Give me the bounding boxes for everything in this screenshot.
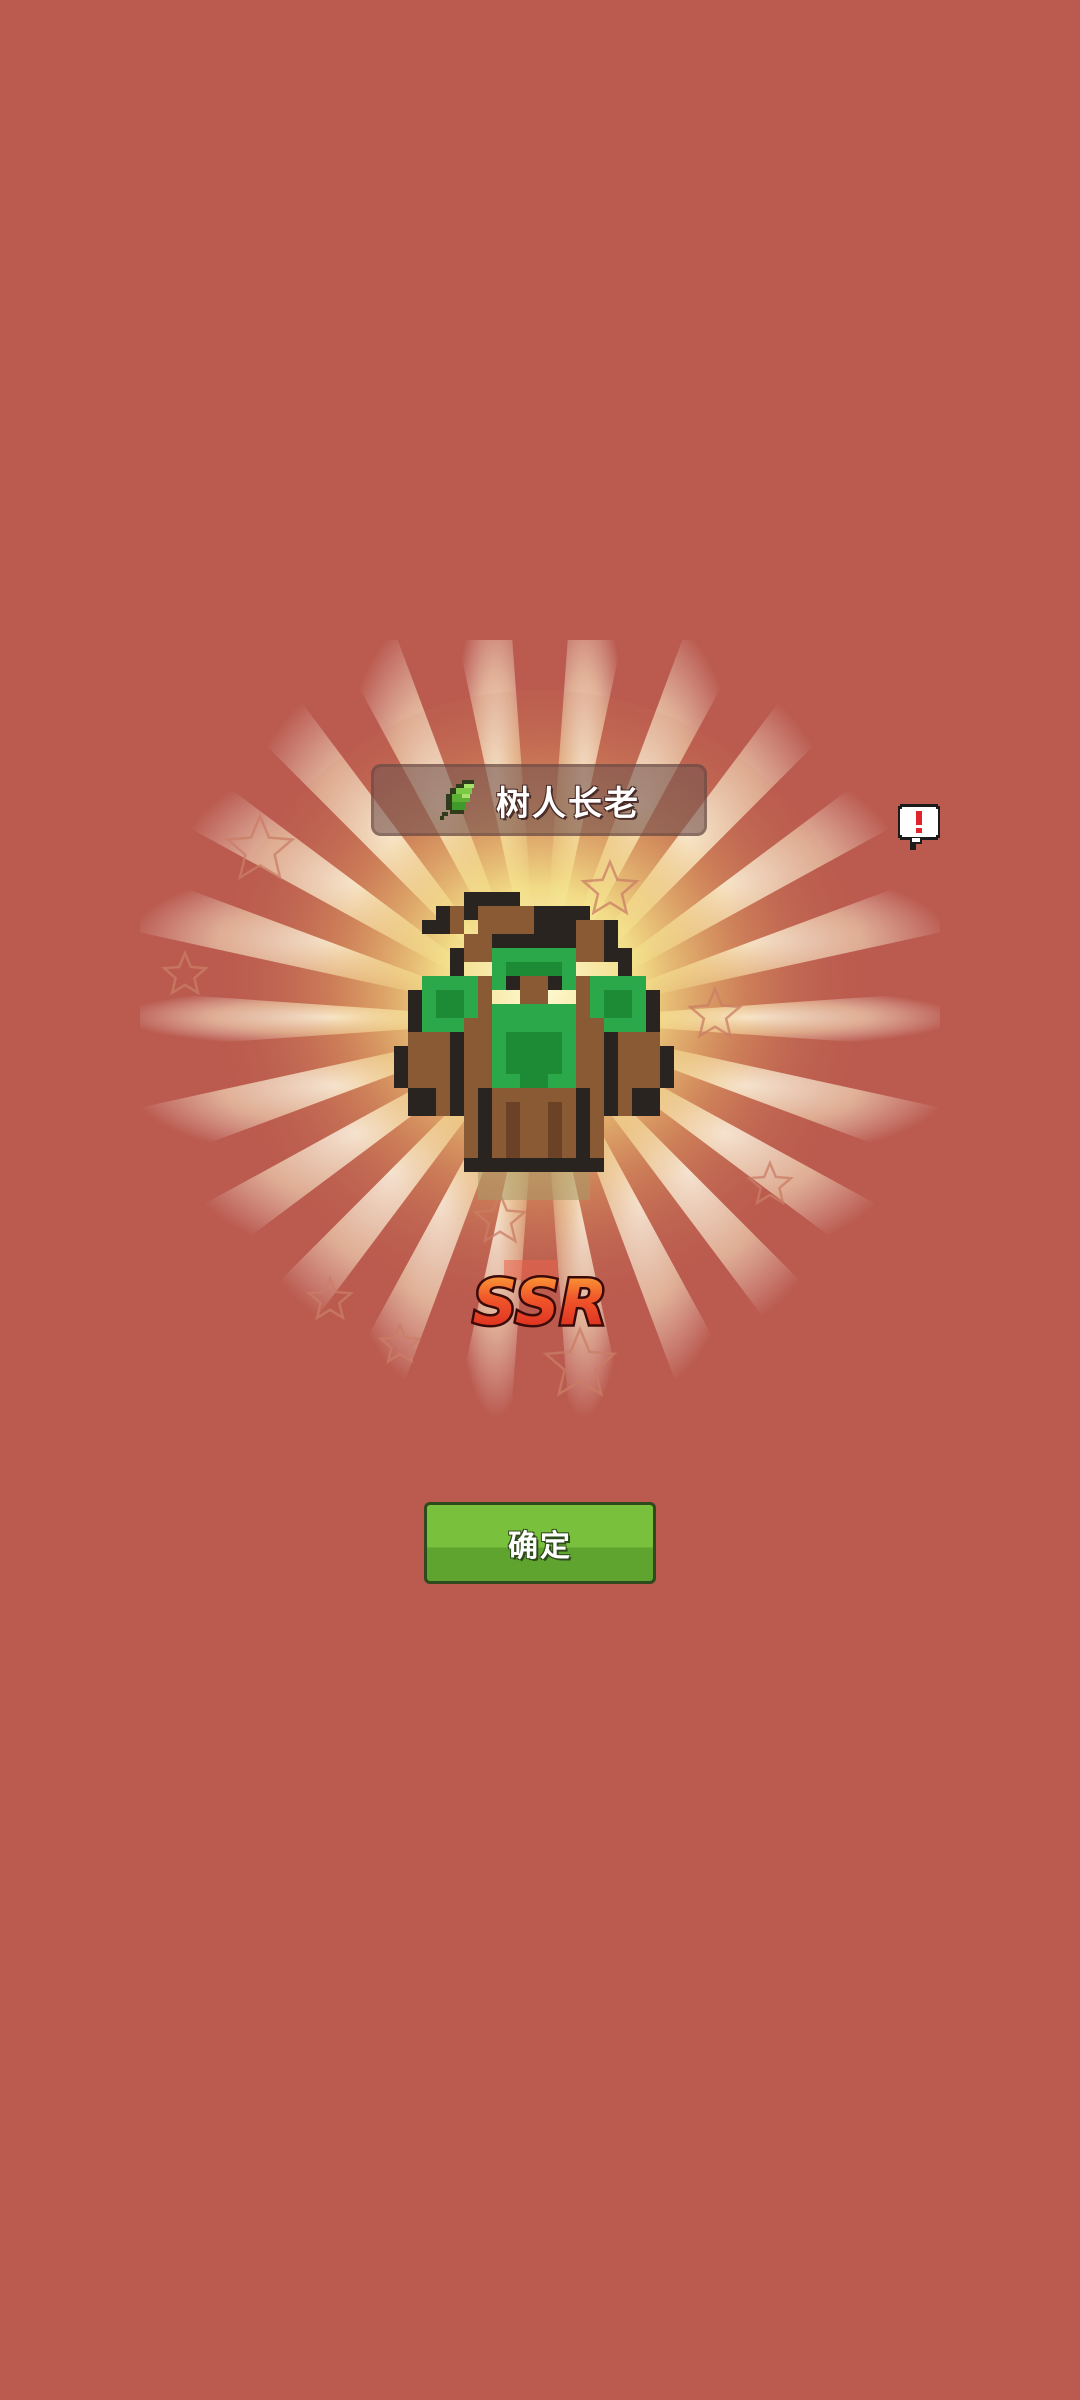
exclamation-bubble-icon[interactable] [896,802,942,854]
hero-name-banner: 树人长老 [371,764,707,836]
leaf-icon [440,780,474,820]
rarity-label: SSR [473,1266,608,1339]
confirm-button[interactable]: 确定 [424,1502,656,1584]
ssr-rarity-badge: SSR [470,1260,610,1342]
hero-name: 树人长老 [496,783,640,824]
summon-result-screen: 树人长老 SSR 确定 [0,0,1080,2400]
treant-elder-sprite [394,892,674,1200]
star-icon [161,949,209,996]
